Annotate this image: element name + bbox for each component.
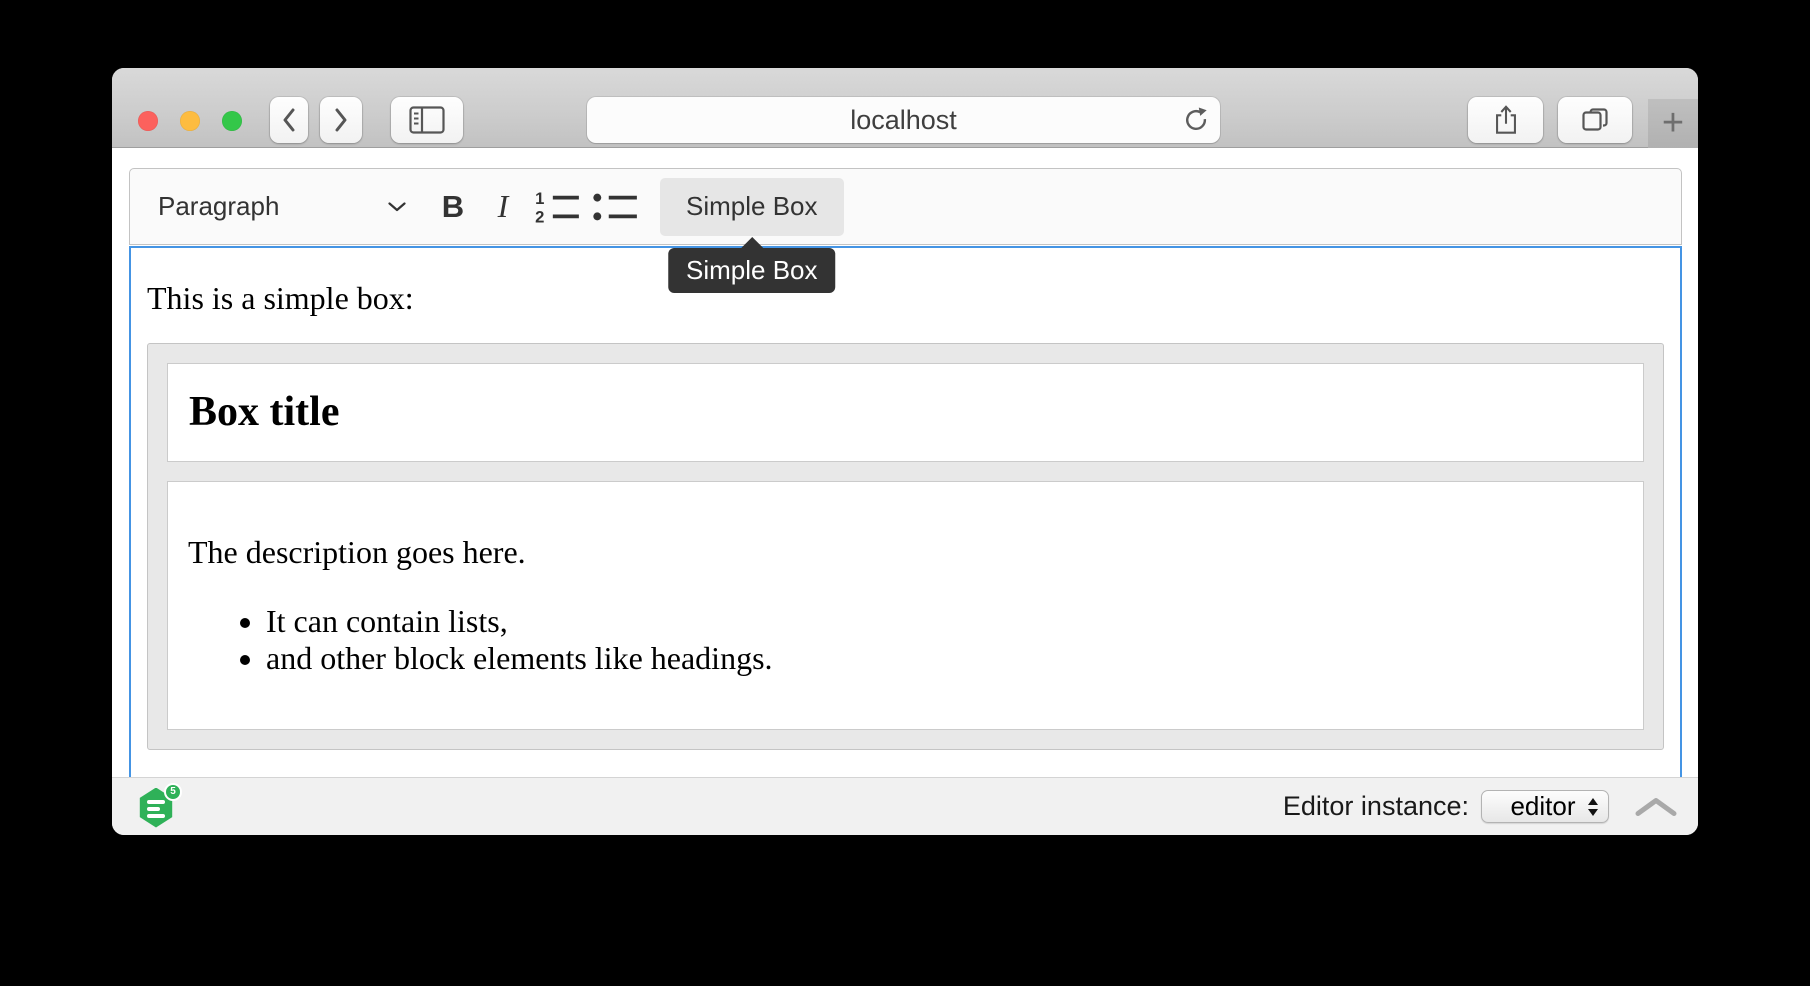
list-item[interactable]: and other block elements like headings. (266, 640, 1623, 677)
simple-box-description[interactable]: The description goes here. It can contai… (167, 481, 1644, 730)
traffic-lights (138, 111, 242, 131)
address-bar[interactable]: localhost (587, 97, 1220, 143)
list-item[interactable]: It can contain lists, (266, 603, 1623, 640)
bold-icon: B (442, 189, 464, 225)
numbered-list-button[interactable]: 1 2 (528, 179, 586, 235)
tooltip-text: Simple Box (686, 255, 818, 285)
chevron-right-icon (333, 107, 349, 133)
ckeditor-logo-button[interactable]: 5 (138, 786, 176, 828)
bulleted-list-button[interactable] (586, 179, 644, 235)
editor-instance-select[interactable]: editor (1481, 790, 1609, 823)
url-text: localhost (850, 105, 957, 136)
simple-box-button-label: Simple Box (686, 191, 818, 222)
paragraph-style-dropdown[interactable]: Paragraph (158, 179, 406, 235)
new-tab-button[interactable]: + (1648, 99, 1698, 148)
forward-button[interactable] (320, 97, 362, 143)
simple-box-button[interactable]: Simple Box Simple Box (660, 178, 844, 236)
editor-instance-value: editor (1498, 791, 1588, 822)
simple-box-widget[interactable]: Box title The description goes here. It … (147, 343, 1664, 750)
description-list: It can contain lists, and other block el… (188, 603, 1623, 677)
share-button[interactable] (1468, 97, 1543, 143)
version-badge: 5 (164, 783, 182, 801)
sidebar-toggle-button[interactable] (391, 97, 463, 143)
plus-icon: + (1662, 102, 1684, 145)
chevron-down-icon (388, 202, 406, 212)
description-paragraph[interactable]: The description goes here. (188, 534, 1623, 571)
italic-button[interactable]: I (478, 179, 528, 235)
select-stepper-icon (1588, 798, 1598, 816)
traffic-light-minimize[interactable] (180, 111, 200, 131)
bulleted-list-icon (590, 188, 640, 226)
italic-icon: I (498, 188, 509, 225)
chevron-up-icon (1638, 800, 1674, 813)
tabs-icon (1580, 106, 1610, 134)
browser-chrome: localhost + (112, 68, 1698, 148)
numbered-list-icon: 1 2 (532, 188, 582, 226)
simple-box-title[interactable]: Box title (167, 363, 1644, 462)
desktop-background: localhost + (0, 0, 1810, 986)
inspector-status-bar: 5 Editor instance: editor (112, 777, 1698, 835)
chevron-left-icon (281, 107, 297, 133)
page-content: Paragraph B I 1 2 (112, 149, 1698, 777)
simple-box-tooltip: Simple Box (668, 248, 836, 293)
bold-button[interactable]: B (428, 179, 478, 235)
editor-editable-area[interactable]: This is a simple box: Box title The desc… (129, 246, 1682, 777)
share-icon (1492, 104, 1520, 136)
browser-window: localhost + (112, 68, 1698, 835)
reload-icon[interactable] (1183, 107, 1209, 133)
collapse-inspector-button[interactable] (1635, 797, 1677, 817)
paragraph-dropdown-label: Paragraph (158, 191, 279, 222)
tab-overview-button[interactable] (1558, 97, 1632, 143)
editor-instance-label: Editor instance: (1283, 791, 1469, 822)
traffic-light-zoom[interactable] (222, 111, 242, 131)
intro-paragraph[interactable]: This is a simple box: (147, 280, 1664, 317)
svg-text:2: 2 (535, 207, 544, 225)
editor-toolbar: Paragraph B I 1 2 (129, 168, 1682, 245)
traffic-light-close[interactable] (138, 111, 158, 131)
svg-text:1: 1 (535, 188, 544, 207)
sidebar-icon (409, 106, 445, 134)
back-button[interactable] (270, 97, 308, 143)
